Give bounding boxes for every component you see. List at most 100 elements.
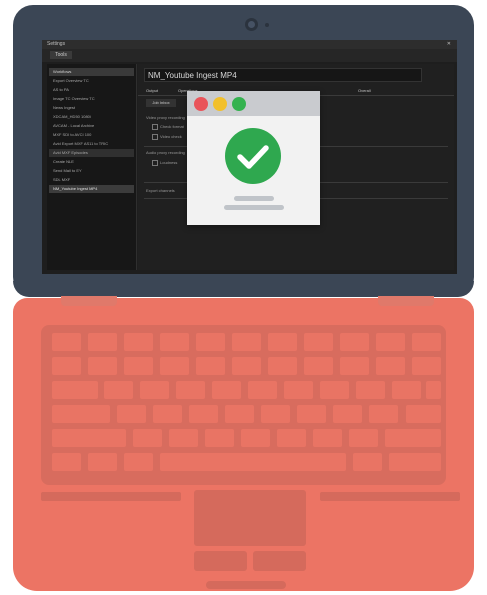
touchpad-right-button[interactable]	[253, 551, 306, 571]
keyboard-key[interactable]	[153, 405, 182, 423]
keyboard-key[interactable]	[52, 453, 81, 471]
keyboard-key[interactable]	[124, 357, 153, 375]
sidebar-item[interactable]: AS to PA	[49, 86, 134, 94]
keyboard-key[interactable]	[333, 405, 362, 423]
settings-row-label: Loudness	[160, 160, 178, 165]
keyboard-key[interactable]	[52, 429, 126, 447]
keyboard-key[interactable]	[52, 381, 98, 399]
checkmark-icon	[224, 127, 282, 185]
window-title: Settings	[47, 41, 66, 47]
checkbox[interactable]	[152, 124, 158, 130]
close-icon[interactable]: ✕	[447, 40, 451, 49]
dialog-text-placeholder	[224, 205, 284, 210]
settings-row-label: Check format	[160, 124, 184, 129]
keyboard-key[interactable]	[160, 333, 189, 351]
sidebar-item[interactable]: Workflows	[49, 68, 134, 76]
keyboard-key[interactable]	[104, 381, 133, 399]
keyboard-key[interactable]	[52, 333, 81, 351]
keyboard-key[interactable]	[88, 357, 117, 375]
keyboard-key[interactable]	[426, 381, 441, 399]
keyboard-key[interactable]	[225, 405, 254, 423]
keyboard-key[interactable]	[376, 357, 405, 375]
keyboard-key[interactable]	[196, 357, 225, 375]
keyboard-key[interactable]	[117, 405, 146, 423]
tab-output[interactable]: Output	[146, 87, 158, 95]
keyboard-key[interactable]	[169, 429, 198, 447]
profile-name-field[interactable]: NM_Youtube Ingest MP4	[144, 68, 422, 82]
keyboard-key[interactable]	[232, 333, 261, 351]
keyboard-key[interactable]	[340, 357, 369, 375]
workflow-sidebar: Workflows Export Overview TC AS to PA Image…	[47, 64, 137, 270]
touchpad-left-button[interactable]	[194, 551, 247, 571]
keyboard-key[interactable]	[297, 405, 326, 423]
minimize-dot-icon[interactable]	[213, 97, 227, 111]
checkbox[interactable]	[152, 134, 158, 140]
sidebar-item[interactable]: AVCAM - Local Archive	[49, 122, 134, 130]
subtab-job-inbox[interactable]: Job Inbox	[146, 99, 176, 107]
keyboard-key[interactable]	[160, 357, 189, 375]
tab-overall[interactable]: Overall	[358, 87, 371, 95]
keyboard-key[interactable]	[248, 381, 277, 399]
keyboard-key[interactable]	[277, 429, 306, 447]
keyboard-key[interactable]	[196, 333, 225, 351]
sidebar-item[interactable]: Image TC Overview TC	[49, 95, 134, 103]
keyboard-key[interactable]	[124, 333, 153, 351]
keyboard-key[interactable]	[160, 453, 346, 471]
keyboard-key[interactable]	[140, 381, 169, 399]
keyboard-key[interactable]	[189, 405, 218, 423]
keyboard-key[interactable]	[376, 333, 405, 351]
keyboard-key[interactable]	[369, 405, 398, 423]
settings-row-label: Export channels	[146, 188, 175, 193]
sidebar-item[interactable]: Export Overview TC	[49, 77, 134, 85]
sidebar-item[interactable]: Avid MXF Episodes	[49, 149, 134, 157]
sidebar-item[interactable]: News Ingest	[49, 104, 134, 112]
keyboard-key[interactable]	[320, 381, 349, 399]
keyboard-key[interactable]	[232, 357, 261, 375]
close-dot-icon[interactable]	[194, 97, 208, 111]
keyboard-key[interactable]	[406, 405, 441, 423]
keyboard-key[interactable]	[389, 453, 441, 471]
keyboard-key[interactable]	[268, 333, 297, 351]
keyboard-key[interactable]	[412, 333, 441, 351]
keyboard-key[interactable]	[241, 429, 270, 447]
palm-rest-strip	[320, 492, 460, 501]
dialog-titlebar	[187, 91, 320, 116]
keyboard-key[interactable]	[304, 333, 333, 351]
keyboard-key[interactable]	[205, 429, 234, 447]
sidebar-item[interactable]: Avid Export MXF AS11 to TRIC	[49, 140, 134, 148]
keyboard-key[interactable]	[284, 381, 313, 399]
sidebar-item[interactable]: Send Mail to EY	[49, 167, 134, 175]
sidebar-item[interactable]: MXF SDI to AVCI 100	[49, 131, 134, 139]
maximize-dot-icon[interactable]	[232, 97, 246, 111]
keyboard-key[interactable]	[385, 429, 441, 447]
palm-rest-strip	[41, 492, 181, 501]
touchpad[interactable]	[194, 490, 306, 546]
keyboard-key[interactable]	[356, 381, 385, 399]
keyboard-key[interactable]	[392, 381, 421, 399]
sidebar-item[interactable]: SDL MXF	[49, 176, 134, 184]
success-dialog	[187, 91, 320, 225]
sidebar-item[interactable]: XDCAM_HD50 1080i	[49, 113, 134, 121]
keyboard-key[interactable]	[268, 357, 297, 375]
webcam-icon	[245, 18, 258, 31]
keyboard-key[interactable]	[304, 357, 333, 375]
keyboard-key[interactable]	[340, 333, 369, 351]
keyboard-key[interactable]	[353, 453, 382, 471]
keyboard-key[interactable]	[52, 405, 110, 423]
sidebar-item[interactable]: Create NLE	[49, 158, 134, 166]
keyboard-key[interactable]	[52, 357, 81, 375]
tools-menu-button[interactable]: Tools	[50, 51, 72, 59]
keyboard-key[interactable]	[176, 381, 205, 399]
settings-row-label: Video check	[160, 134, 182, 139]
keyboard-key[interactable]	[261, 405, 290, 423]
keyboard-key[interactable]	[124, 453, 153, 471]
keyboard-key[interactable]	[412, 357, 441, 375]
keyboard-key[interactable]	[349, 429, 378, 447]
keyboard-key[interactable]	[212, 381, 241, 399]
keyboard-key[interactable]	[313, 429, 342, 447]
keyboard-key[interactable]	[88, 453, 117, 471]
checkbox[interactable]	[152, 160, 158, 166]
keyboard-key[interactable]	[133, 429, 162, 447]
keyboard-key[interactable]	[88, 333, 117, 351]
sidebar-item[interactable]: NM_Youtube Ingest MP4	[49, 185, 134, 193]
